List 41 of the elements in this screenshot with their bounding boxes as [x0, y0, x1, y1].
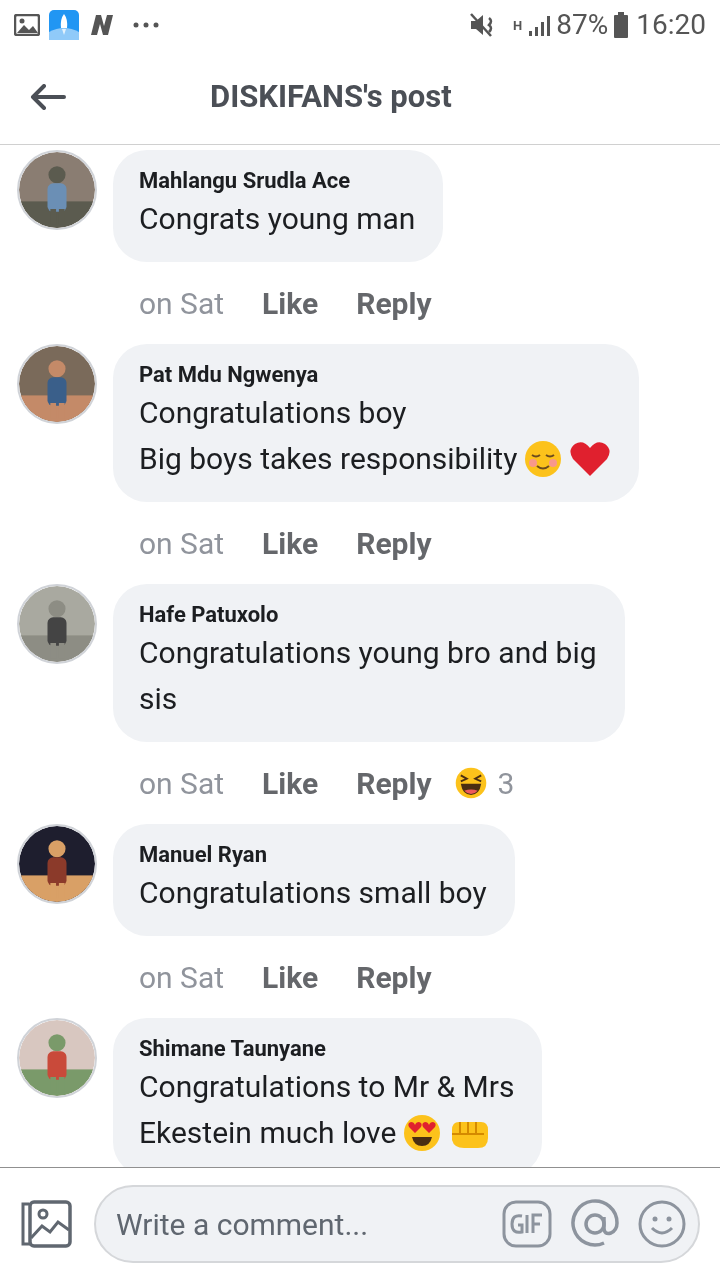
- like-link[interactable]: Like: [262, 760, 319, 806]
- battery-icon: [614, 12, 629, 38]
- comment-text: sis: [139, 680, 178, 718]
- reply-link[interactable]: Reply: [356, 280, 432, 326]
- comment-text: Congratulations to Mr & Mrs: [139, 1068, 515, 1106]
- like-link[interactable]: Like: [262, 280, 319, 326]
- comment-author[interactable]: Mahlangu Srudla Ace: [139, 166, 416, 196]
- comment-text: Ekestein much love: [139, 1114, 397, 1152]
- comment-time: on Sat: [139, 958, 225, 997]
- more-icon: [133, 22, 159, 28]
- comment-field[interactable]: Write a comment...: [94, 1185, 700, 1263]
- reaction-count[interactable]: 3: [497, 760, 515, 806]
- like-link[interactable]: Like: [262, 954, 319, 1000]
- comment-text: Congratulations young bro and big: [139, 634, 597, 672]
- comment-author[interactable]: Manuel Ryan: [139, 840, 487, 870]
- like-link[interactable]: Like: [262, 520, 319, 566]
- post-title: DISKIFANS's post: [210, 76, 452, 117]
- gif-icon[interactable]: [502, 1200, 552, 1248]
- network-type: H: [513, 18, 523, 32]
- rocket-app-icon: [49, 10, 79, 40]
- comment-author[interactable]: Pat Mdu Ngwenya: [139, 360, 612, 390]
- back-arrow-icon[interactable]: [30, 84, 66, 110]
- comment-text: Big boys takes responsibility: [139, 440, 518, 478]
- comment-time: on Sat: [139, 524, 225, 563]
- reply-link[interactable]: Reply: [356, 520, 432, 566]
- comment-time: on Sat: [139, 284, 225, 323]
- battery-percent: 87%: [556, 11, 609, 39]
- mention-icon[interactable]: [570, 1199, 620, 1249]
- clock: 16:20: [636, 11, 706, 39]
- photo-icon[interactable]: [20, 1200, 72, 1248]
- comment-text: Congratulations small boy: [139, 874, 487, 912]
- reply-link[interactable]: Reply: [356, 760, 432, 806]
- signal-icon: [528, 14, 553, 36]
- reply-link[interactable]: Reply: [356, 954, 432, 1000]
- emoji-icon[interactable]: [638, 1200, 686, 1248]
- comment-author[interactable]: Hafe Patuxolo: [139, 600, 597, 630]
- comment-time: on Sat: [139, 764, 225, 803]
- comment-text: Congrats young man: [139, 200, 416, 238]
- comment-author[interactable]: Shimane Taunyane: [139, 1034, 515, 1064]
- comment-text: Congratulations boy: [139, 394, 407, 432]
- image-icon: [14, 14, 40, 36]
